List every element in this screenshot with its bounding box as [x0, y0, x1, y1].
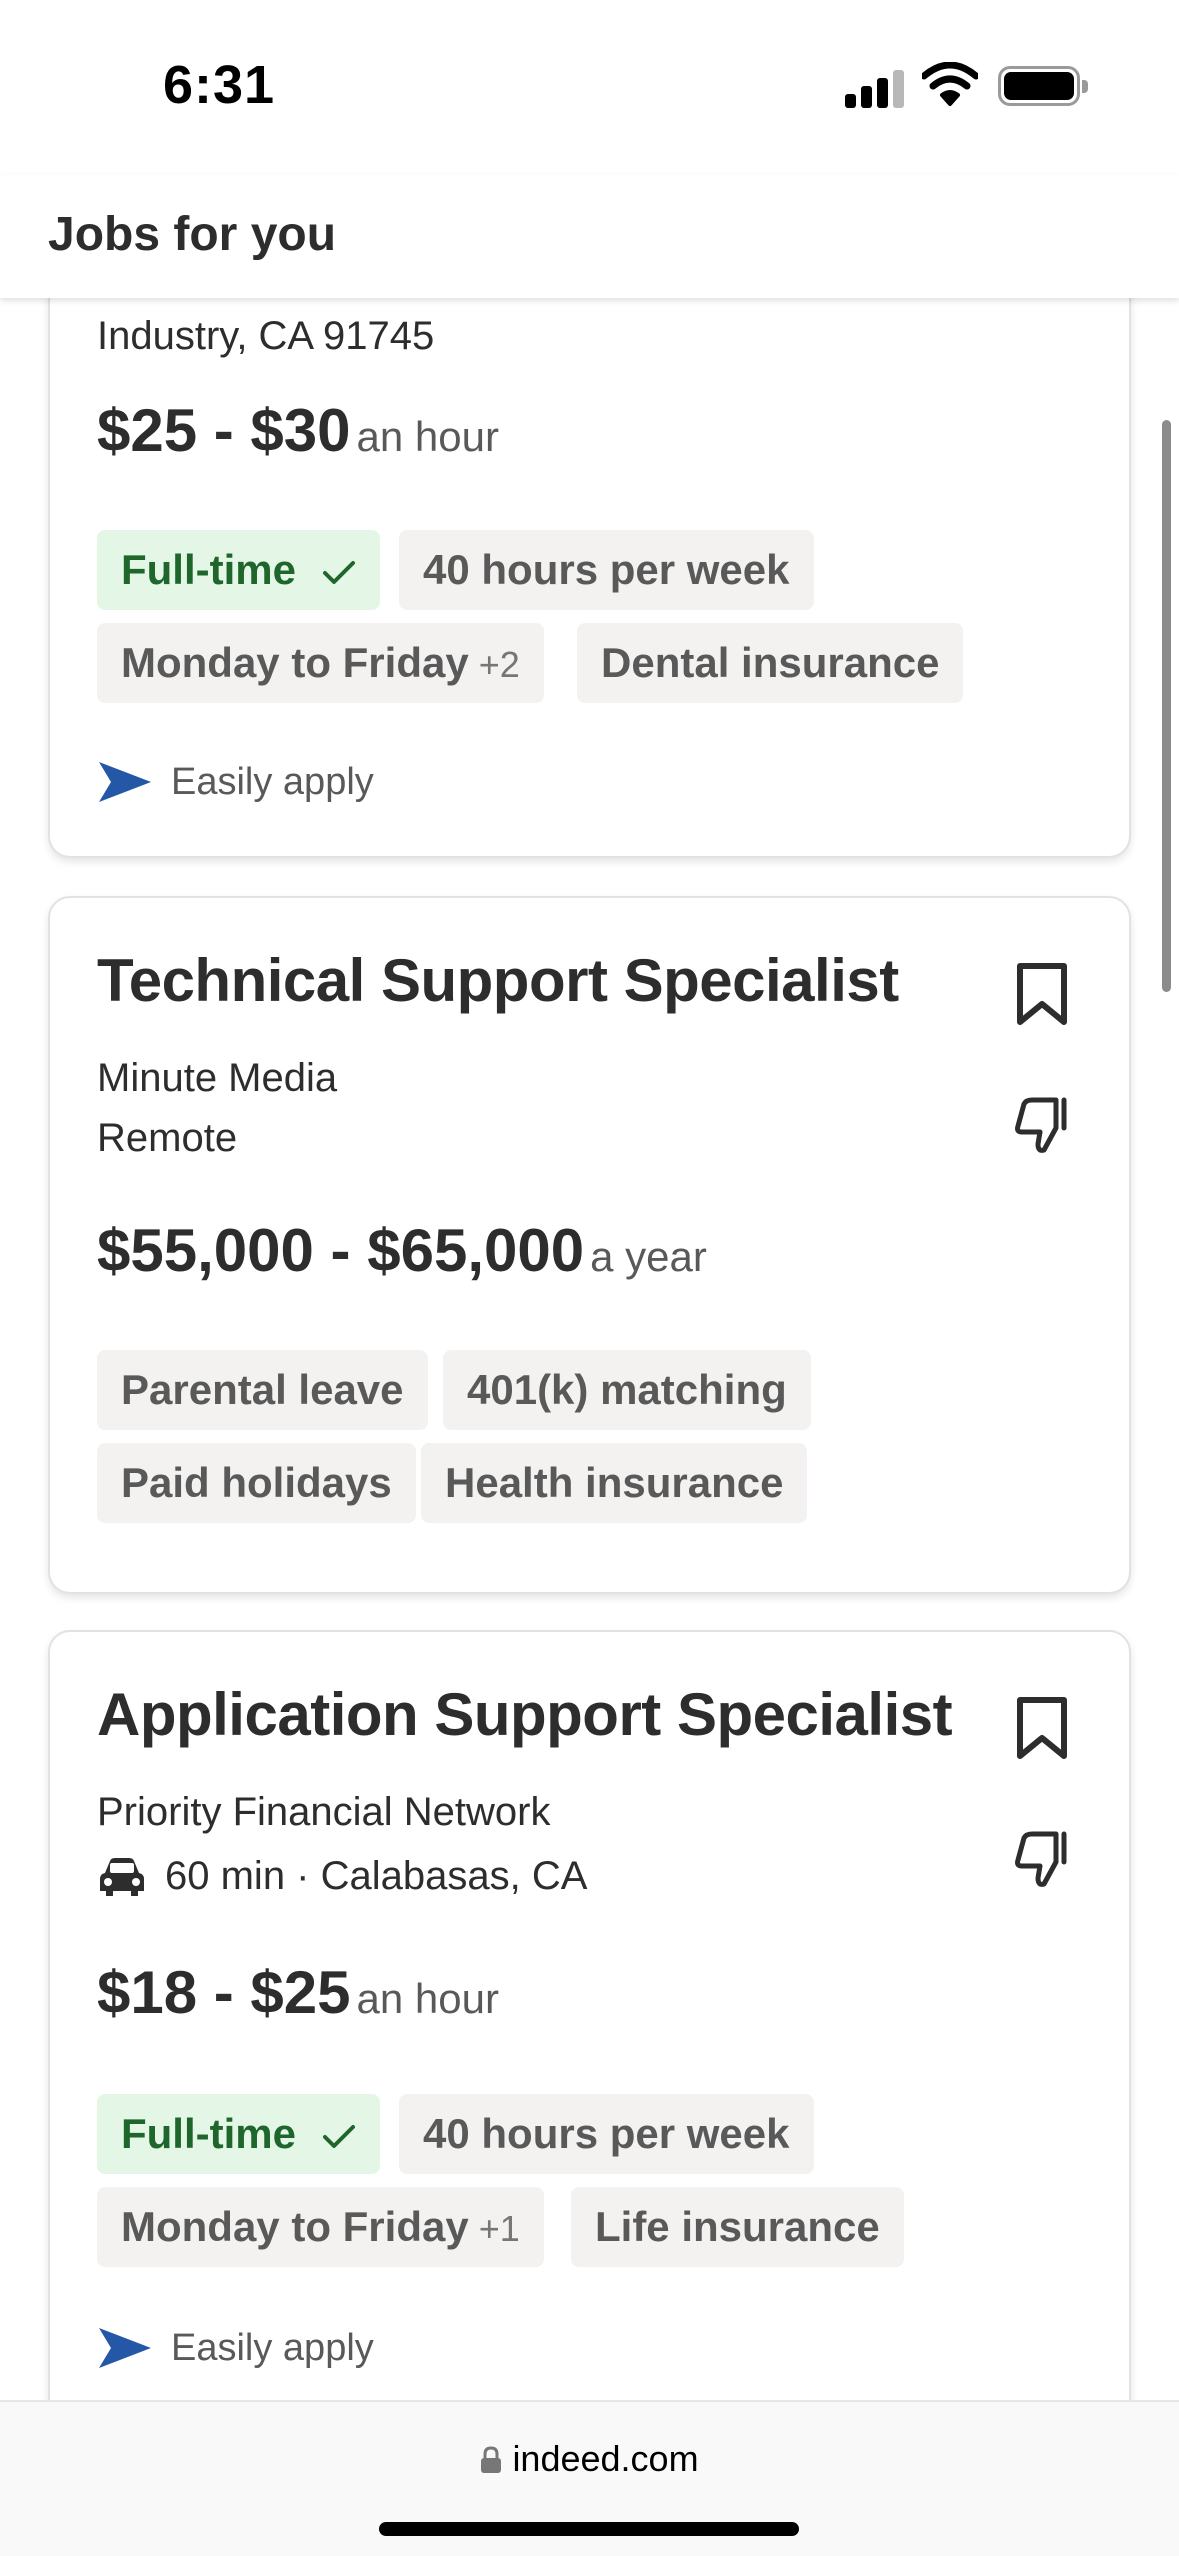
scrollbar[interactable] [1162, 420, 1171, 992]
company-name: Priority Financial Network [97, 1790, 551, 1834]
home-indicator[interactable] [379, 2522, 799, 2536]
thumbs-down-icon [1015, 1097, 1067, 1153]
tag-label: Monday to Friday [121, 639, 469, 686]
job-location: Industry, CA 91745 [97, 314, 435, 358]
tag-label: Full-time [121, 546, 296, 593]
job-tag: 401(k) matching [443, 1350, 811, 1430]
tag-label: 40 hours per week [423, 546, 790, 593]
salary-amount: $25 - $30 [97, 397, 351, 464]
job-tag: Monday to Friday +2 [97, 623, 544, 703]
job-location: Remote [97, 1116, 238, 1160]
job-salary: $25 - $30 an hour [97, 396, 499, 465]
job-list[interactable]: Industry, CA 91745 $25 - $30 an hour Full… [0, 298, 1179, 2400]
job-title[interactable]: Application Support Specialist [97, 1680, 953, 1749]
status-time: 6:31 [163, 55, 276, 115]
check-icon [322, 2124, 355, 2148]
tag-label: 40 hours per week [423, 2110, 790, 2157]
salary-period: an hour [356, 413, 499, 460]
bookmark-icon [1017, 1697, 1067, 1759]
send-icon [99, 2328, 151, 2368]
tag-label: Dental insurance [601, 639, 940, 686]
not-interested-button[interactable] [1002, 1084, 1082, 1164]
thumbs-down-icon [1015, 1831, 1067, 1887]
job-tag: Health insurance [421, 1443, 808, 1523]
easily-apply: Easily apply [97, 2318, 374, 2378]
url-text: indeed.com [512, 2438, 699, 2479]
tag-label: Parental leave [121, 1366, 404, 1413]
tag-label: Full-time [121, 2110, 296, 2157]
salary-period: a year [590, 1233, 707, 1280]
company-name: Minute Media [97, 1056, 338, 1100]
job-tag: Parental leave [97, 1350, 428, 1430]
tag-label: Paid holidays [121, 1459, 392, 1506]
job-tag: Life insurance [571, 2187, 904, 2267]
tag-label: Life insurance [595, 2203, 880, 2250]
job-tag-full-time: Full-time [97, 2094, 380, 2174]
page-title: Jobs for you [48, 208, 337, 261]
save-job-button[interactable] [1002, 954, 1082, 1034]
job-tag: Paid holidays [97, 1443, 416, 1523]
tag-label: Health insurance [445, 1459, 784, 1506]
battery-icon [998, 66, 1088, 106]
job-tag-full-time: Full-time [97, 530, 380, 610]
job-tag: Monday to Friday +1 [97, 2187, 544, 2267]
status-bar: 6:31 [0, 0, 1179, 175]
lock-icon [481, 2446, 502, 2473]
bookmark-icon [1017, 963, 1067, 1025]
commute-text: 60 min · Calabasas, CA [165, 1854, 588, 1898]
salary-period: an hour [356, 1975, 499, 2022]
save-job-button[interactable] [1002, 1688, 1082, 1768]
job-tag: 40 hours per week [399, 2094, 814, 2174]
tag-label: Monday to Friday [121, 2203, 469, 2250]
tag-label: 401(k) matching [467, 1366, 787, 1413]
wifi-icon [922, 62, 978, 106]
job-card[interactable]: Industry, CA 91745 $25 - $30 an hour Full… [48, 298, 1131, 858]
app-header: Jobs for you [0, 175, 1179, 298]
cellular-signal-icon [845, 70, 905, 108]
url-display[interactable]: indeed.com [0, 2438, 1179, 2480]
easily-apply: Easily apply [97, 752, 374, 812]
check-icon [322, 560, 355, 584]
job-tag: 40 hours per week [399, 530, 814, 610]
send-icon [99, 762, 151, 802]
job-tag: Dental insurance [577, 623, 964, 703]
tag-extra-count: +1 [478, 2208, 520, 2249]
job-salary: $18 - $25 an hour [97, 1958, 499, 2027]
job-commute: 60 min · Calabasas, CA [97, 1854, 587, 1899]
easily-apply-label: Easily apply [171, 760, 374, 803]
job-card[interactable]: Technical Support Specialist Minute Medi… [48, 896, 1131, 1594]
job-title[interactable]: Technical Support Specialist [97, 946, 899, 1015]
job-card[interactable]: Application Support Specialist Priority … [48, 1630, 1131, 2400]
car-icon [100, 1857, 144, 1896]
tag-extra-count: +2 [478, 644, 520, 685]
salary-amount: $18 - $25 [97, 1959, 351, 2026]
job-salary: $55,000 - $65,000 a year [97, 1216, 707, 1285]
browser-address-bar[interactable]: indeed.com [0, 2400, 1179, 2556]
salary-amount: $55,000 - $65,000 [97, 1217, 585, 1284]
easily-apply-label: Easily apply [171, 2326, 374, 2369]
not-interested-button[interactable] [1002, 1818, 1082, 1898]
